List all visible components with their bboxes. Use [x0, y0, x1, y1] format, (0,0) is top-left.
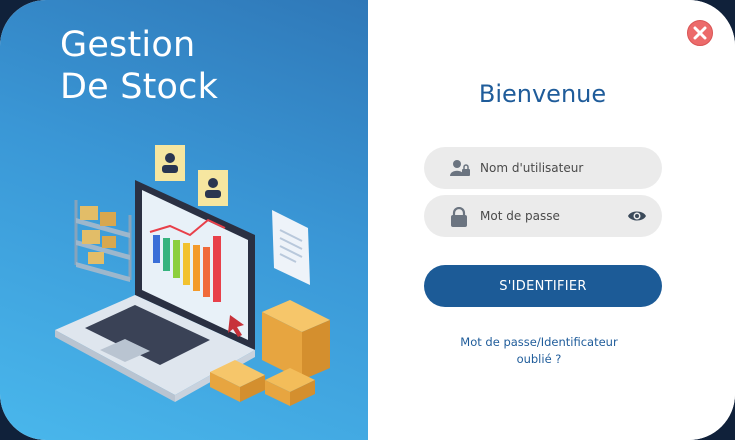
inventory-illustration	[55, 145, 330, 406]
user-card-1	[155, 145, 185, 181]
login-panel: Bienvenue S'IDENTIFIER M	[368, 0, 735, 440]
shelf-rack	[74, 200, 132, 282]
document-sheet	[272, 210, 310, 285]
password-field[interactable]	[424, 195, 662, 237]
branding-panel: Gestion De Stock	[0, 0, 368, 440]
app-title-line1: Gestion	[60, 25, 196, 65]
forgot-password-line2: oublié ?	[516, 352, 562, 366]
username-field[interactable]	[424, 147, 662, 189]
password-input[interactable]	[480, 203, 620, 229]
forgot-password-link[interactable]: Mot de passe/Identificateur oublié ?	[424, 334, 654, 368]
eye-icon[interactable]	[627, 209, 647, 223]
forgot-password-line1: Mot de passe/Identificateur	[460, 335, 618, 349]
padlock-icon	[451, 207, 467, 227]
login-button[interactable]: S'IDENTIFIER	[424, 265, 662, 307]
app-title: Gestion De Stock	[60, 24, 218, 108]
close-button[interactable]	[687, 20, 713, 46]
close-icon	[693, 26, 707, 40]
app-title-line2: De Stock	[60, 67, 219, 107]
welcome-heading: Bienvenue	[478, 80, 607, 108]
username-input[interactable]	[480, 155, 620, 181]
user-lock-icon	[450, 160, 470, 176]
user-card-2	[198, 170, 228, 206]
login-window: Gestion De Stock Bienvenue Nom d'utilisa…	[0, 0, 735, 440]
